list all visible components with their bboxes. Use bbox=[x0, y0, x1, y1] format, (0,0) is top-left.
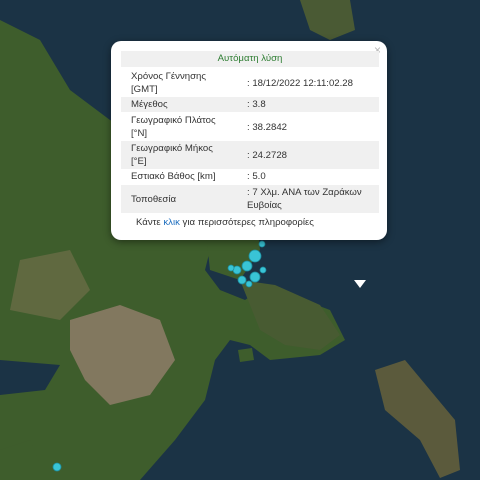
info-value: : 24.2728 bbox=[247, 150, 288, 161]
earthquake-marker-icon[interactable] bbox=[241, 260, 253, 272]
popup-pointer bbox=[354, 280, 366, 288]
earthquake-marker-icon[interactable] bbox=[248, 249, 262, 263]
info-label: Τοποθεσία bbox=[131, 194, 177, 205]
more-info-text: Κάντε κλικ για περισσότερες πληροφορίες bbox=[136, 217, 314, 228]
more-info-prefix: Κάντε bbox=[136, 217, 164, 228]
info-label: Χρόνος Γέννησης [GMT] bbox=[131, 71, 206, 95]
info-row-latitude: Γεωγραφικό Πλάτος [°N] : 38.2842 bbox=[121, 113, 379, 141]
earthquake-marker-icon[interactable] bbox=[227, 264, 235, 272]
more-info-suffix: για περισσότερες πληροφορίες bbox=[179, 217, 314, 228]
info-value: : 3.8 bbox=[247, 99, 266, 110]
info-row-magnitude: Μέγεθος : 3.8 bbox=[121, 97, 379, 112]
info-row-origin-time: Χρόνος Γέννησης [GMT] : 18/12/2022 12:11… bbox=[121, 69, 379, 97]
earthquake-marker-icon[interactable] bbox=[258, 240, 266, 248]
earthquake-info-popup: × Αυτόματη λύση Χρόνος Γέννησης [GMT] : … bbox=[111, 41, 387, 288]
more-info-link[interactable]: κλικ bbox=[163, 217, 180, 228]
info-label: Εστιακό Βάθος [km] bbox=[131, 171, 216, 182]
info-value: : 7 Χλμ. ΑΝΑ των Ζαράκων Ευβοίας bbox=[247, 187, 362, 211]
info-value: : 38.2842 bbox=[247, 122, 288, 133]
earthquake-marker-icon[interactable] bbox=[237, 275, 247, 285]
info-row-depth: Εστιακό Βάθος [km] : 5.0 bbox=[121, 169, 379, 184]
earthquake-marker-icon[interactable] bbox=[259, 266, 267, 274]
island-small bbox=[238, 348, 254, 362]
earthquake-marker-icon[interactable] bbox=[249, 271, 261, 283]
info-value: : 18/12/2022 12:11:02.28 bbox=[247, 78, 353, 89]
info-row-location: Τοποθεσία : 7 Χλμ. ΑΝΑ των Ζαράκων Ευβοί… bbox=[121, 185, 379, 213]
earthquake-marker-icon[interactable] bbox=[245, 280, 253, 288]
popup-title: Αυτόματη λύση bbox=[121, 51, 379, 67]
info-label: Μέγεθος bbox=[131, 99, 168, 110]
earthquake-marker-icon[interactable] bbox=[52, 462, 62, 472]
info-label: Γεωγραφικό Πλάτος [°N] bbox=[131, 115, 216, 139]
info-value: : 5.0 bbox=[247, 171, 266, 182]
info-row-longitude: Γεωγραφικό Μήκος [°E] : 24.2728 bbox=[121, 141, 379, 169]
info-label: Γεωγραφικό Μήκος [°E] bbox=[131, 143, 213, 167]
